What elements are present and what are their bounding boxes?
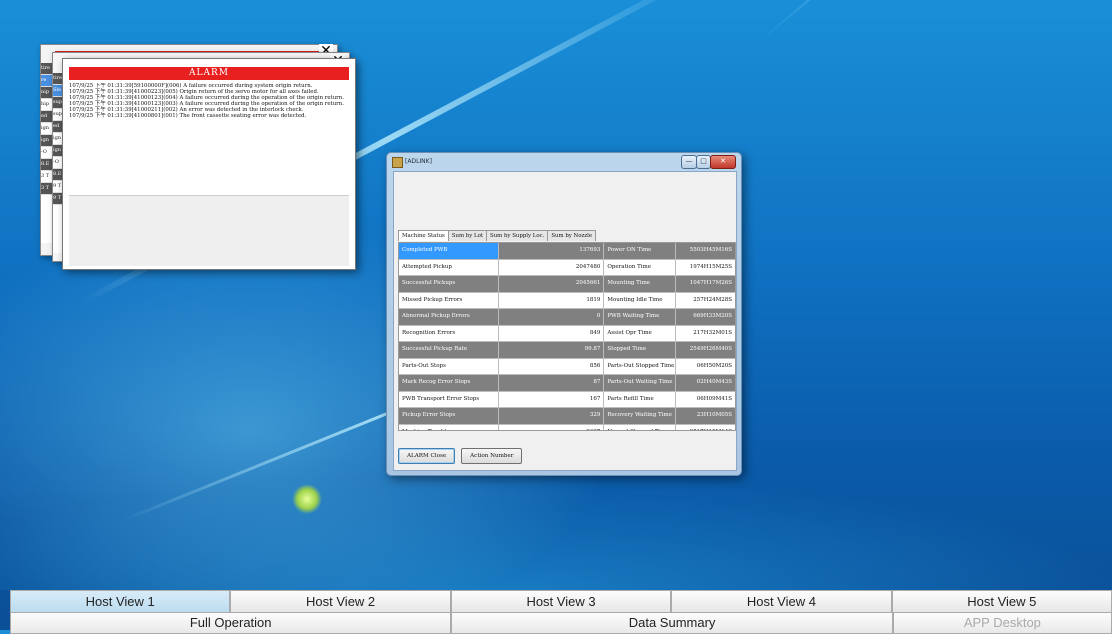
alarm-window[interactable]: ALARM 107/9/25 下午 01:31:39[59100000F](00…: [62, 58, 356, 270]
table-cell-label2: Parts-Out Stopped Time: [604, 358, 677, 374]
table-cell-value2: 23H10M05S: [696, 412, 732, 418]
table-cell-value: 99.87: [499, 342, 605, 358]
table-cell-label2: Mounting Time: [604, 276, 677, 292]
table-cell-label: Pickup Error Stops: [399, 408, 499, 424]
table-cell-value2: 2517H18M14S: [676, 425, 735, 431]
table-cell-label2: Mounting Idle Time: [604, 292, 677, 308]
table-cell-value2: 06H50M20S: [696, 362, 732, 369]
adlink-window[interactable]: [ADLINK] — □ ✕ Machine Status Sum by Lot…: [386, 152, 742, 476]
table-cell-label2: Parts-Out Waiting Time: [604, 375, 677, 391]
alarm-close-button[interactable]: ALARM Close: [398, 448, 456, 464]
app-desktop-button[interactable]: APP Desktop: [892, 612, 1112, 634]
table-cell-label: Recognition Errors: [399, 325, 499, 341]
action-number-button[interactable]: Action Number: [461, 448, 523, 464]
table-cell-value: 856: [499, 358, 605, 374]
table-cell-value2: 2549H26M40S: [689, 346, 732, 352]
table-cell-value: 2045661: [499, 276, 605, 292]
table-cell-label2: PWB Waiting Time: [604, 309, 677, 325]
host-view-3-button[interactable]: Host View 3: [450, 590, 672, 613]
table-cell-label: Abnormal Pickup Errors: [399, 309, 499, 325]
close-button[interactable]: ✕: [710, 155, 736, 169]
table-cell-value2: 257H24M28S: [693, 296, 732, 303]
table-cell-value2: 5503H45M16S: [689, 247, 732, 253]
tab-sum-by-nozzle[interactable]: Sum by Nozzle: [547, 230, 597, 241]
minimize-button[interactable]: —: [681, 155, 697, 169]
action-button-row: ALARM Close Action Number: [398, 448, 523, 464]
table-row[interactable]: Abnormal Pickup Errors 0 PWB Waiting Time 6…: [399, 309, 735, 326]
table-row[interactable]: Successful Pickup Rate 99.87 Stopped Time 2…: [399, 342, 735, 359]
table-cell-label: Successful Pickup Rate: [399, 342, 499, 358]
table-cell-label2: Stopped Time: [604, 342, 677, 358]
table-cell-value: 1819: [499, 292, 605, 308]
alarm-detail-area: [69, 195, 349, 266]
table-cell-value: 87: [499, 375, 605, 391]
table-cell-label: Missed Pickup Errors: [399, 292, 499, 308]
table-cell-value: 849: [499, 325, 605, 341]
maximize-button[interactable]: □: [696, 155, 711, 169]
table-row[interactable]: Successful Pickups 2045661 Mounting Time 10…: [399, 276, 735, 293]
table-cell-value: 2047480: [499, 259, 605, 275]
table-cell-value2: 217H32M01S: [693, 329, 732, 336]
table-cell-value2: 1047H17M26S: [689, 280, 732, 286]
window-client: Machine Status Sum by Lot Sum by Supply …: [393, 171, 737, 471]
table-cell-value2: 06H09M41S: [696, 395, 732, 402]
table-cell-label: Parts-Out Stops: [399, 358, 499, 374]
host-view-1-button[interactable]: Host View 1: [10, 590, 231, 613]
table-row[interactable]: Pickup Error Stops 329 Recovery Waiting Ti…: [399, 408, 735, 425]
app-icon: [392, 157, 403, 168]
table-cell-value: 0: [499, 309, 605, 325]
table-row[interactable]: Machine Troubles2627Normal Stopped Time2…: [399, 424, 735, 431]
table-cell-label2: Assist Opr Time: [604, 325, 677, 341]
table-cell-label2: Normal Stopped Time: [604, 424, 677, 430]
tab-sum-by-supply-loc[interactable]: Sum by Supply Loc.: [486, 230, 549, 241]
alarm-log-line: 107/9/25 下午 01:31:39[41000801](001) The …: [69, 113, 307, 119]
table-row[interactable]: Recognition Errors 849 Assist Opr Time 217H…: [399, 325, 735, 342]
table-cell-value2: 02H40M43S: [696, 379, 732, 385]
host-view-5-button[interactable]: Host View 5: [891, 590, 1112, 613]
table-cell-label2: Power ON Time: [604, 243, 677, 259]
machine-status-grid[interactable]: Completed PWB 137693 Power ON Time 5503H45M…: [398, 242, 736, 431]
alarm-log: 107/9/25 下午 01:31:39[59100000F](006) A f…: [69, 83, 349, 193]
windows-logo-icon: [292, 484, 322, 514]
data-summary-button[interactable]: Data Summary: [451, 612, 893, 634]
table-row[interactable]: Mark Recog Error Stops 87 Parts-Out Waitin…: [399, 375, 735, 392]
host-view-4-button[interactable]: Host View 4: [671, 590, 892, 613]
table-cell-value: 137693: [499, 243, 605, 259]
tab-machine-status[interactable]: Machine Status: [398, 230, 449, 241]
table-cell-label: Mark Recog Error Stops: [399, 375, 499, 391]
table-cell-label2: Parts Refill Time: [604, 391, 677, 407]
alarm-title: ALARM: [69, 67, 349, 80]
table-row[interactable]: Completed PWB 137693 Power ON Time 5503H45M…: [399, 243, 735, 260]
table-cell-value2: 669H33M20S: [693, 313, 732, 319]
table-cell-label: Attempted Pickup: [399, 259, 499, 275]
table-cell-label2: Operation Time: [604, 259, 677, 275]
operation-bar: Full Operation Data Summary APP Desktop: [10, 612, 1112, 634]
tab-sum-by-lot[interactable]: Sum by Lot: [447, 230, 488, 241]
table-cell-label2: Recovery Waiting Time: [604, 408, 677, 424]
host-view-bar: Host View 1 Host View 2 Host View 3 Host…: [10, 590, 1112, 613]
table-row[interactable]: Attempted Pickup 2047480 Operation Time 197…: [399, 259, 735, 276]
window-title: [ADLINK]: [405, 158, 432, 165]
table-cell-label: Completed PWB: [399, 243, 499, 259]
table-cell-value: 167: [499, 391, 605, 407]
table-cell-label: Successful Pickups: [399, 276, 499, 292]
table-cell-value2: 1974H15M25S: [689, 263, 732, 270]
table-cell-label: PWB Transport Error Stops: [399, 391, 499, 407]
table-row[interactable]: Parts-Out Stops 856 Parts-Out Stopped Time…: [399, 358, 735, 375]
table-cell-value: 2627: [499, 424, 605, 430]
full-operation-button[interactable]: Full Operation: [10, 612, 452, 634]
table-row[interactable]: PWB Transport Error Stops 167 Parts Refill…: [399, 391, 735, 408]
table-cell-value: 329: [499, 408, 605, 424]
tab-strip: Machine Status Sum by Lot Sum by Supply …: [398, 230, 597, 241]
table-row[interactable]: Missed Pickup Errors 1819 Mounting Idle Ti…: [399, 292, 735, 309]
table-cell-label: Machine Troubles: [399, 424, 499, 430]
host-view-2-button[interactable]: Host View 2: [230, 590, 451, 613]
